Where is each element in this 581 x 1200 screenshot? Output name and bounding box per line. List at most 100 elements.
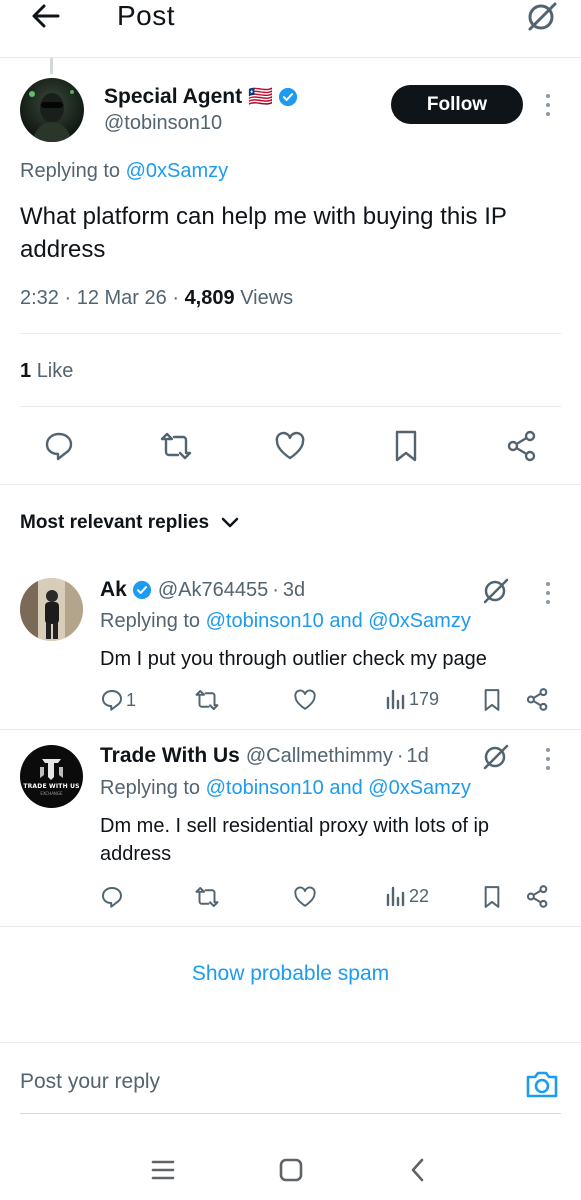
- reply-author-row[interactable]: Trade With Us @Callmethimmy · 1d: [100, 744, 429, 768]
- reply-age[interactable]: 3d: [283, 579, 305, 602]
- replying-to-link[interactable]: @0xSamzy: [368, 777, 471, 799]
- reply-text: Dm me. I sell residential proxy with lot…: [100, 815, 490, 865]
- replying-and: and: [323, 777, 369, 799]
- share-icon: [526, 688, 548, 711]
- like-button[interactable]: [274, 431, 306, 461]
- views-button[interactable]: 179: [385, 688, 439, 710]
- share-button[interactable]: [505, 429, 539, 463]
- page-title: Post: [117, 0, 176, 31]
- replying-to-link[interactable]: @tobinson10: [206, 777, 324, 799]
- bookmark-icon: [484, 689, 500, 711]
- divider: [20, 333, 561, 334]
- heart-icon: [294, 886, 316, 907]
- replies-sort-dropdown[interactable]: Most relevant replies: [20, 512, 239, 534]
- repost-button[interactable]: [194, 688, 222, 712]
- replying-to-link[interactable]: @0xSamzy: [126, 160, 229, 182]
- reply-replying-to: Replying to @tobinson10 and @0xSamzy: [100, 777, 471, 800]
- reply-display-name[interactable]: Ak: [100, 578, 127, 602]
- likes-count: 1: [20, 360, 32, 382]
- divider: [0, 1042, 581, 1043]
- more-options-icon[interactable]: [545, 748, 551, 770]
- system-navigation-bar: [0, 1140, 581, 1200]
- bookmark-icon: [395, 430, 417, 462]
- reply-author-row[interactable]: Ak @Ak764455 · 3d: [100, 578, 305, 602]
- post-date[interactable]: 12 Mar 26: [77, 287, 167, 309]
- views-count: 4,809: [184, 287, 235, 309]
- reply-icon: [102, 887, 122, 908]
- reply-avatar[interactable]: [20, 578, 83, 641]
- divider: [0, 926, 581, 927]
- replying-to-link[interactable]: @0xSamzy: [368, 610, 471, 632]
- divider: [20, 1113, 561, 1114]
- grok-icon[interactable]: [481, 743, 511, 776]
- reply-avatar[interactable]: TRADE WITH US EXCHANGE: [20, 745, 83, 808]
- likes-label: Like: [36, 360, 74, 382]
- reply-icon: [45, 432, 73, 461]
- flag-emoji: 🇱🇷: [248, 86, 273, 108]
- bookmark-button[interactable]: [393, 429, 419, 463]
- reply-count: 1: [126, 689, 137, 710]
- analytics-icon: [386, 689, 405, 710]
- repost-icon: [160, 432, 192, 460]
- replying-and: and: [323, 610, 369, 632]
- divider: [0, 484, 581, 485]
- views-label: Views: [240, 287, 294, 309]
- views-button[interactable]: 22: [385, 885, 429, 907]
- replying-prefix: Replying to: [20, 160, 126, 182]
- reply-handle[interactable]: @Callmethimmy: [246, 745, 393, 768]
- post-meta: 2:32 · 12 Mar 26 · 4,809 Views: [20, 287, 294, 309]
- verified-badge-icon: [132, 580, 151, 600]
- avatar-logo-subtext: EXCHANGE: [40, 791, 63, 796]
- post-time[interactable]: 2:32: [20, 287, 59, 309]
- replying-to-link[interactable]: @tobinson10: [206, 610, 324, 632]
- grok-icon[interactable]: [481, 577, 511, 610]
- follow-button[interactable]: Follow: [391, 85, 523, 124]
- top-bar: Post: [0, 0, 581, 58]
- share-button[interactable]: [525, 884, 550, 909]
- replying-to-line: Replying to @0xSamzy: [20, 160, 228, 183]
- repost-icon: [195, 690, 219, 710]
- reply-age[interactable]: 1d: [407, 745, 429, 768]
- replying-prefix: Replying to: [100, 610, 206, 632]
- more-options-icon[interactable]: [545, 582, 551, 604]
- analytics-icon: [386, 886, 405, 907]
- like-button[interactable]: [293, 689, 319, 711]
- reply-display-name[interactable]: Trade With Us: [100, 744, 240, 768]
- bookmark-button[interactable]: [482, 688, 502, 712]
- reply-button[interactable]: 1: [100, 688, 136, 712]
- like-button[interactable]: [293, 886, 319, 908]
- reply-replying-to: Replying to @tobinson10 and @0xSamzy: [100, 610, 471, 633]
- author-handle[interactable]: @tobinson10: [104, 112, 222, 135]
- reply-handle[interactable]: @Ak764455: [158, 579, 268, 602]
- reply-compose-input[interactable]: Post your reply: [20, 1070, 160, 1094]
- views-count: 22: [409, 885, 430, 906]
- repost-button[interactable]: [194, 885, 222, 909]
- thread-connector-line: [50, 58, 53, 74]
- replies-sort-label: Most relevant replies: [20, 512, 210, 533]
- reply-button[interactable]: [43, 430, 75, 462]
- more-options-icon[interactable]: [545, 94, 551, 116]
- reply-button[interactable]: [100, 885, 126, 909]
- divider: [20, 406, 561, 407]
- avatar-logo-text: TRADE WITH US: [23, 783, 80, 790]
- camera-icon[interactable]: [524, 1067, 560, 1101]
- back-nav-icon[interactable]: [398, 1150, 438, 1190]
- show-probable-spam-link[interactable]: Show probable spam: [0, 962, 581, 986]
- likes-summary[interactable]: 1 Like: [20, 360, 73, 383]
- recent-apps-icon[interactable]: [143, 1150, 183, 1190]
- share-icon: [507, 430, 536, 462]
- chevron-down-icon: [221, 517, 239, 528]
- author-avatar[interactable]: [20, 78, 84, 142]
- repost-button[interactable]: [159, 430, 193, 462]
- grok-icon[interactable]: [524, 0, 560, 34]
- author-display-name[interactable]: Special Agent: [104, 85, 242, 109]
- back-arrow-icon[interactable]: [28, 2, 64, 30]
- heart-icon: [275, 431, 305, 460]
- replying-prefix: Replying to: [100, 777, 206, 799]
- bookmark-button[interactable]: [482, 885, 502, 909]
- bookmark-icon: [484, 886, 500, 908]
- author-name-row[interactable]: Special Agent 🇱🇷: [104, 84, 298, 109]
- reply-icon: [102, 690, 122, 711]
- share-button[interactable]: [525, 687, 550, 712]
- home-icon[interactable]: [271, 1150, 311, 1190]
